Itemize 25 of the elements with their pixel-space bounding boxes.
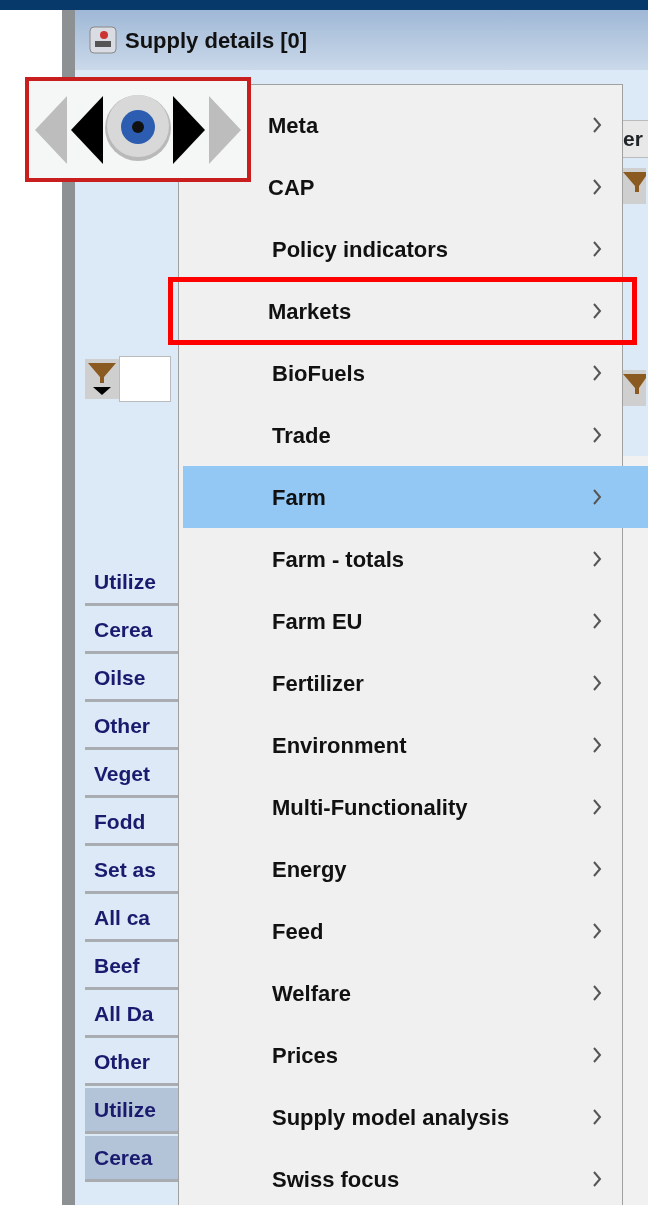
row-header[interactable]: Cerea	[85, 1136, 178, 1182]
app-icon	[89, 26, 117, 54]
menu-item[interactable]: CAP	[253, 156, 622, 218]
menu-item[interactable]: Welfare	[183, 962, 622, 1024]
menu-item[interactable]: Energy	[183, 838, 622, 900]
menu-item[interactable]: Policy indicators	[183, 218, 622, 280]
menu-item[interactable]: Swiss focus	[183, 1148, 622, 1205]
menu-item[interactable]: Farm EU	[183, 590, 622, 652]
window-title: Supply details [0]	[125, 26, 308, 55]
menu-item[interactable]: Farm - totals	[183, 528, 622, 590]
row-header[interactable]: Utilize	[85, 1088, 178, 1134]
menu-item[interactable]: Feed	[183, 900, 622, 962]
navigation-widget[interactable]	[25, 77, 251, 182]
menu-item[interactable]: Markets	[171, 280, 634, 342]
menu-item[interactable]: Farm	[183, 466, 648, 528]
menu-item[interactable]: Supply model analysis	[183, 1086, 622, 1148]
menu-item[interactable]: Meta	[253, 94, 622, 156]
filter-field[interactable]	[119, 356, 171, 402]
menu-item[interactable]: Environment	[183, 714, 622, 776]
menu-item[interactable]: Fertilizer	[183, 652, 622, 714]
filter-icon[interactable]	[85, 359, 119, 399]
menu-item[interactable]: Trade	[183, 404, 622, 466]
menu-item[interactable]: Multi-Functionality	[183, 776, 622, 838]
menu-item[interactable]: Prices	[183, 1024, 622, 1086]
menu-item[interactable]: BioFuels	[183, 342, 622, 404]
